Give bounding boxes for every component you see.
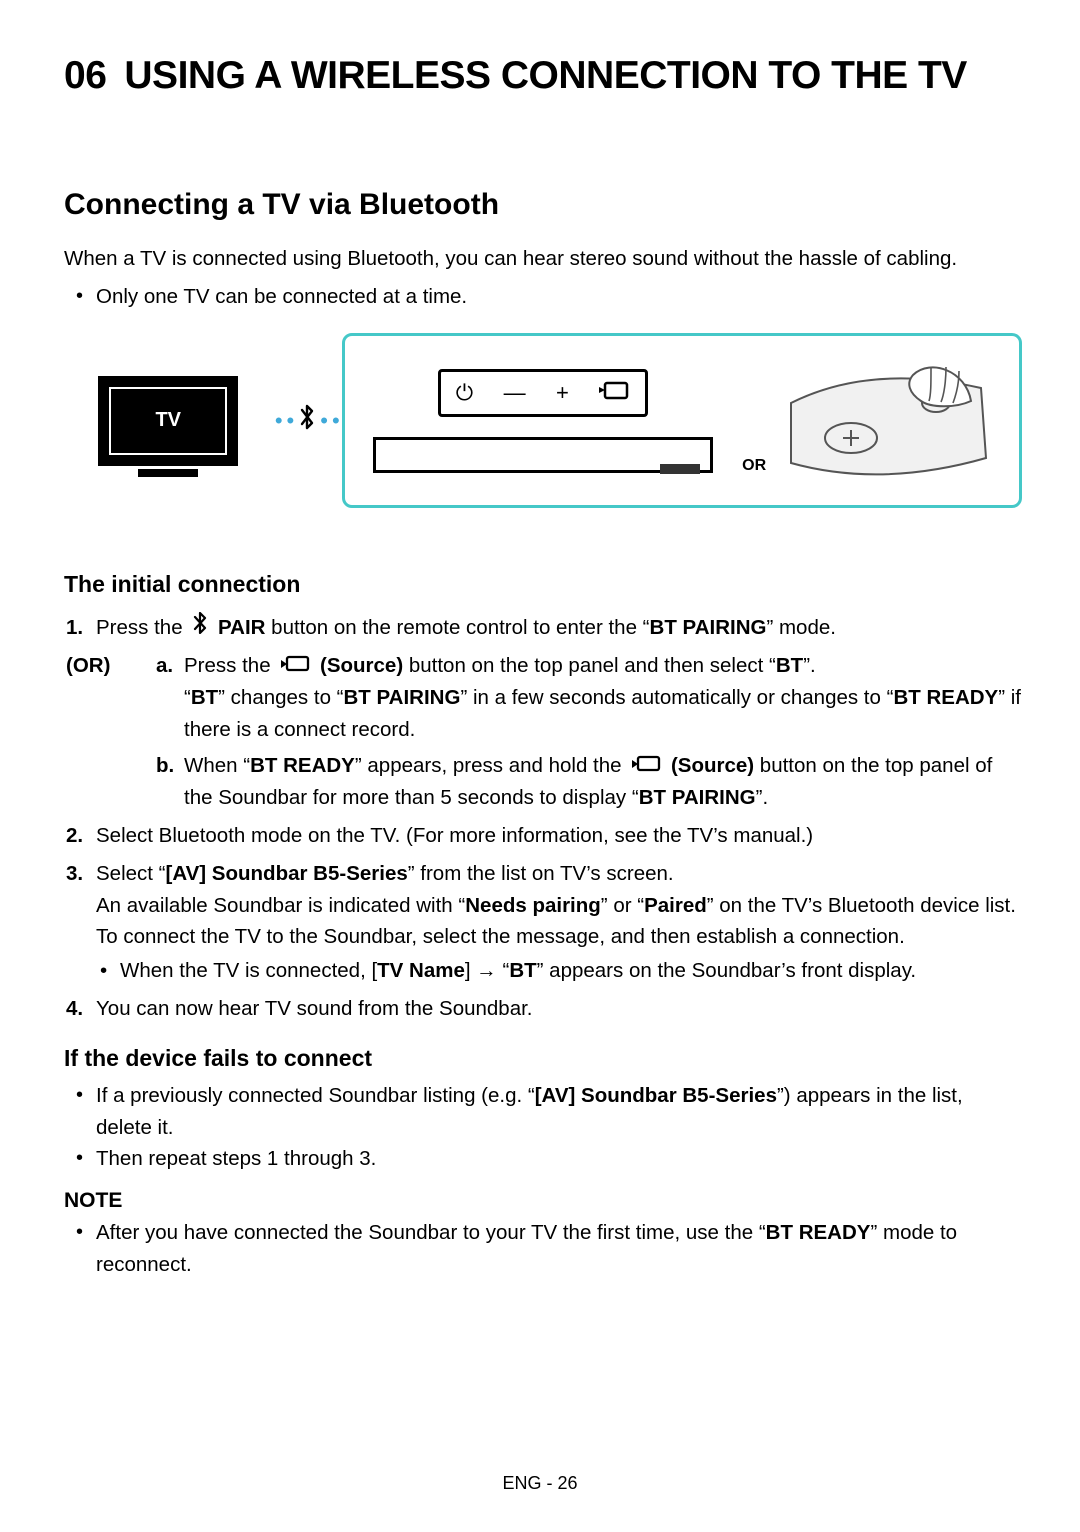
touch-panel-illustration xyxy=(772,351,999,491)
fail-heading: If the device fails to connect xyxy=(64,1045,1022,1072)
step-3: 3. Select “[AV] Soundbar B5-Series” from… xyxy=(96,858,1022,987)
intro-bullet: Only one TV can be connected at a time. xyxy=(96,281,1022,313)
section-title: Connecting a TV via Bluetooth xyxy=(64,188,1022,222)
page-footer: ENG - 26 xyxy=(0,1473,1080,1494)
tv-illustration: TV xyxy=(64,376,273,466)
step-2: 2. Select Bluetooth mode on the TV. (For… xyxy=(96,820,1022,852)
note-heading: NOTE xyxy=(64,1189,1022,1213)
chapter-title-text: USING A WIRELESS CONNECTION TO THE TV xyxy=(124,54,966,97)
power-icon: ⏻ xyxy=(456,380,473,406)
chapter-number: 06 xyxy=(64,54,106,98)
soundbar-control-panel: ⏻ — + xyxy=(438,369,648,417)
source-icon xyxy=(631,751,661,783)
plus-icon: + xyxy=(556,380,569,406)
note-bullet: After you have connected the Soundbar to… xyxy=(96,1217,1022,1281)
step-b: b. When “BT READY” appears, press and ho… xyxy=(184,750,1022,814)
bluetooth-signal-icon: •• •• xyxy=(273,403,343,438)
bluetooth-icon xyxy=(298,403,316,438)
fail-bullet-2: Then repeat steps 1 through 3. xyxy=(96,1143,1022,1175)
step-1: 1. Press the PAIR button on the remote c… xyxy=(96,612,1022,644)
or-label: OR xyxy=(742,457,766,495)
step-a: a. Press the (Source) button on the top … xyxy=(184,650,1022,746)
source-icon xyxy=(599,379,629,407)
step-or: (OR) a. Press the (Source) button on the… xyxy=(96,650,1022,814)
fail-bullet-1: If a previously connected Soundbar listi… xyxy=(96,1080,1022,1144)
source-icon xyxy=(280,651,310,683)
initial-connection-heading: The initial connection xyxy=(64,571,1022,598)
or-tag: (OR) xyxy=(66,650,110,682)
chapter-title: 06 USING A WIRELESS CONNECTION TO THE TV xyxy=(64,54,1022,98)
tv-label: TV xyxy=(155,409,181,432)
minus-icon: — xyxy=(504,380,526,406)
bluetooth-icon xyxy=(192,612,208,644)
connection-diagram: TV •• •• ⏻ — + OR xyxy=(64,331,1022,511)
tv-screen: TV xyxy=(98,376,238,466)
soundbar-illustration: ⏻ — + OR xyxy=(342,333,1022,508)
intro-text: When a TV is connected using Bluetooth, … xyxy=(64,244,1022,275)
step-4: 4. You can now hear TV sound from the So… xyxy=(96,993,1022,1025)
soundbar-body xyxy=(373,437,713,473)
step-3-bullet: When the TV is connected, [TV Name] → “B… xyxy=(120,955,1022,987)
